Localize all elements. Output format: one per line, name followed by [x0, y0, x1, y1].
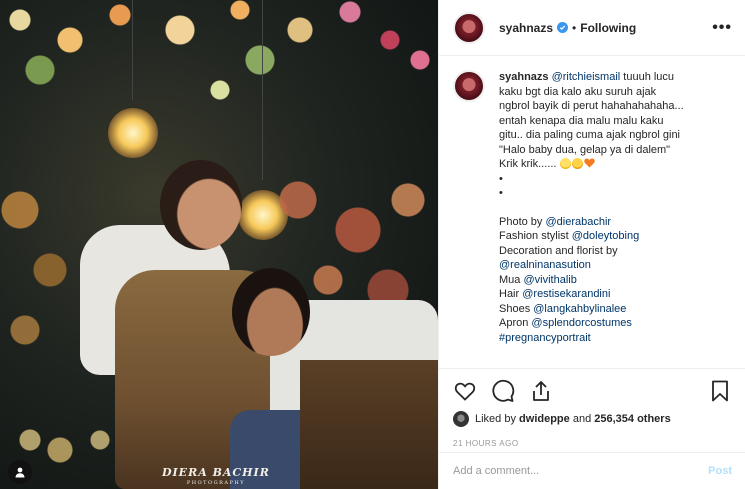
credit-handle[interactable]: @realninanasution	[499, 259, 591, 271]
caption-bullet: •	[499, 187, 503, 199]
grinning-sweat-emoji-icon	[559, 158, 571, 169]
caption-line: ngbrol bayik di perut hahahahahaha...	[499, 100, 684, 112]
credit-handle[interactable]: @vivithalib	[523, 274, 576, 286]
bulb-wire	[132, 0, 133, 100]
likes-prefix: Liked by	[475, 413, 516, 425]
liked-by-user[interactable]: dwideppe	[519, 413, 570, 425]
flower-arrangement-left	[0, 180, 80, 400]
credit-handle[interactable]: @dierabachir	[545, 216, 611, 228]
credit-line: @realninanasution	[499, 258, 733, 273]
credit-line: Hair @restisekarandini	[499, 287, 733, 302]
comment-box: Post	[439, 452, 745, 489]
post-side-panel: syahnazs • Following ••• syahnazs @ritch…	[438, 0, 745, 489]
caption-bullet: •	[499, 172, 503, 185]
caption-line: gitu.. dia paling cuma ajak ngbrol gini	[499, 129, 681, 141]
hashtag-link[interactable]: #pregnancyportrait	[499, 332, 591, 344]
light-bulb	[108, 108, 158, 158]
credit-label: Photo by	[499, 215, 543, 228]
caption: syahnazs @ritchieismail tuuuh lucu kaku …	[453, 70, 733, 345]
tagged-users-button[interactable]	[8, 460, 32, 484]
credit-line: Shoes @langkahbylinalee	[499, 302, 733, 317]
credit-handle[interactable]: @langkahbylinalee	[533, 303, 626, 315]
credit-line: Decoration and florist by	[499, 244, 733, 259]
avatar[interactable]	[453, 70, 485, 102]
heart-icon[interactable]	[453, 379, 477, 403]
credit-label: Shoes	[499, 302, 531, 315]
header-username[interactable]: syahnazs	[499, 21, 553, 35]
bulb-wire	[262, 0, 263, 180]
woman-head	[160, 160, 242, 250]
caption-line: Krik krik......	[499, 158, 557, 170]
caption-line: entah kenapa dia malu malu kaku	[499, 114, 664, 127]
man-apron	[300, 360, 438, 489]
share-icon[interactable]	[529, 379, 553, 403]
post-timestamp[interactable]: 21 HOURS AGO	[453, 439, 732, 448]
post-photo[interactable]: DIERA BACHIR PHOTOGRAPHY	[0, 0, 438, 489]
caption-mention[interactable]: @ritchieismail	[552, 71, 621, 83]
credit-line: Photo by @dierabachir	[499, 215, 733, 230]
man-head	[232, 268, 310, 356]
credit-line: Mua @vivithalib	[499, 273, 733, 288]
orange-heart-emoji-icon	[583, 158, 595, 168]
more-options-icon[interactable]: •••	[712, 19, 732, 37]
credits-list: Photo by @dierabachir Fashion stylist @d…	[499, 215, 733, 346]
watermark-sub: PHOTOGRAPHY	[186, 480, 245, 486]
comment-icon[interactable]	[491, 379, 515, 403]
caption-username[interactable]: syahnazs	[499, 71, 549, 83]
likes-count[interactable]: 256,354 others	[594, 413, 670, 425]
photographer-watermark: DIERA BACHIR PHOTOGRAPHY	[162, 466, 270, 486]
avatar[interactable]	[453, 11, 485, 44]
smiling-face-emoji-icon	[571, 158, 583, 169]
comment-input[interactable]	[453, 465, 709, 477]
bookmark-icon[interactable]	[708, 379, 732, 403]
hanging-flowers	[0, 0, 438, 120]
avatar[interactable]	[453, 411, 469, 427]
credit-handle[interactable]: @restisekarandini	[522, 288, 610, 300]
watermark-main: DIERA BACHIR	[162, 466, 270, 479]
credit-label: Fashion stylist	[499, 230, 569, 242]
likes-summary: Liked by dwideppe and 256,354 others	[453, 411, 732, 427]
verified-badge-icon	[557, 22, 569, 33]
caption-text: syahnazs @ritchieismail tuuuh lucu kaku …	[499, 70, 733, 345]
credit-handle[interactable]: @splendorcostumes	[531, 317, 631, 329]
header-separator: •	[572, 20, 577, 35]
following-button[interactable]: Following	[580, 21, 636, 35]
caption-line: tuuuh lucu	[623, 71, 675, 83]
credit-label: Mua	[499, 273, 521, 286]
post-comment-button[interactable]: Post	[708, 465, 732, 477]
caption-line: kaku bgt dia kalo aku suruh ajak	[499, 85, 657, 98]
post-header: syahnazs • Following •••	[439, 0, 745, 56]
post-actions: Liked by dwideppe and 256,354 others 21 …	[439, 368, 745, 448]
caption-line: "Halo baby dua, gelap ya di dalem"	[499, 143, 671, 156]
credit-label: Decoration and florist by	[499, 244, 618, 257]
credit-line: Apron @splendorcostumes	[499, 316, 733, 331]
credit-handle[interactable]: @doleytobing	[572, 230, 639, 242]
credit-label: Hair	[499, 288, 520, 300]
likes-joiner: and	[572, 413, 592, 425]
credit-line: #pregnancyportrait	[499, 331, 733, 346]
person-icon	[15, 467, 25, 478]
credit-line: Fashion stylist @doleytobing	[499, 229, 733, 244]
credit-label: Apron	[499, 317, 529, 329]
